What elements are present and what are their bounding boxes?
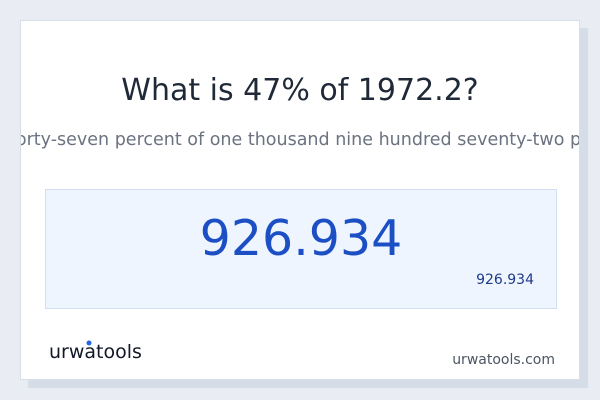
result-value-small: 926.934 — [476, 272, 534, 288]
urwatools-logo[interactable]: urwatools — [49, 336, 169, 368]
result-card: What is 47% of 1972.2? What is forty-sev… — [20, 20, 580, 380]
logo-text: urwatools — [49, 341, 142, 363]
result-value: 926.934 — [199, 210, 403, 267]
result-box: 926.934 926.934 — [45, 189, 557, 309]
site-link[interactable]: urwatools.com — [452, 352, 555, 368]
spelled-out-question: What is forty-seven percent of one thous… — [21, 130, 580, 150]
logo-dot-icon — [86, 340, 92, 346]
page-title: What is 47% of 1972.2? — [121, 73, 479, 108]
